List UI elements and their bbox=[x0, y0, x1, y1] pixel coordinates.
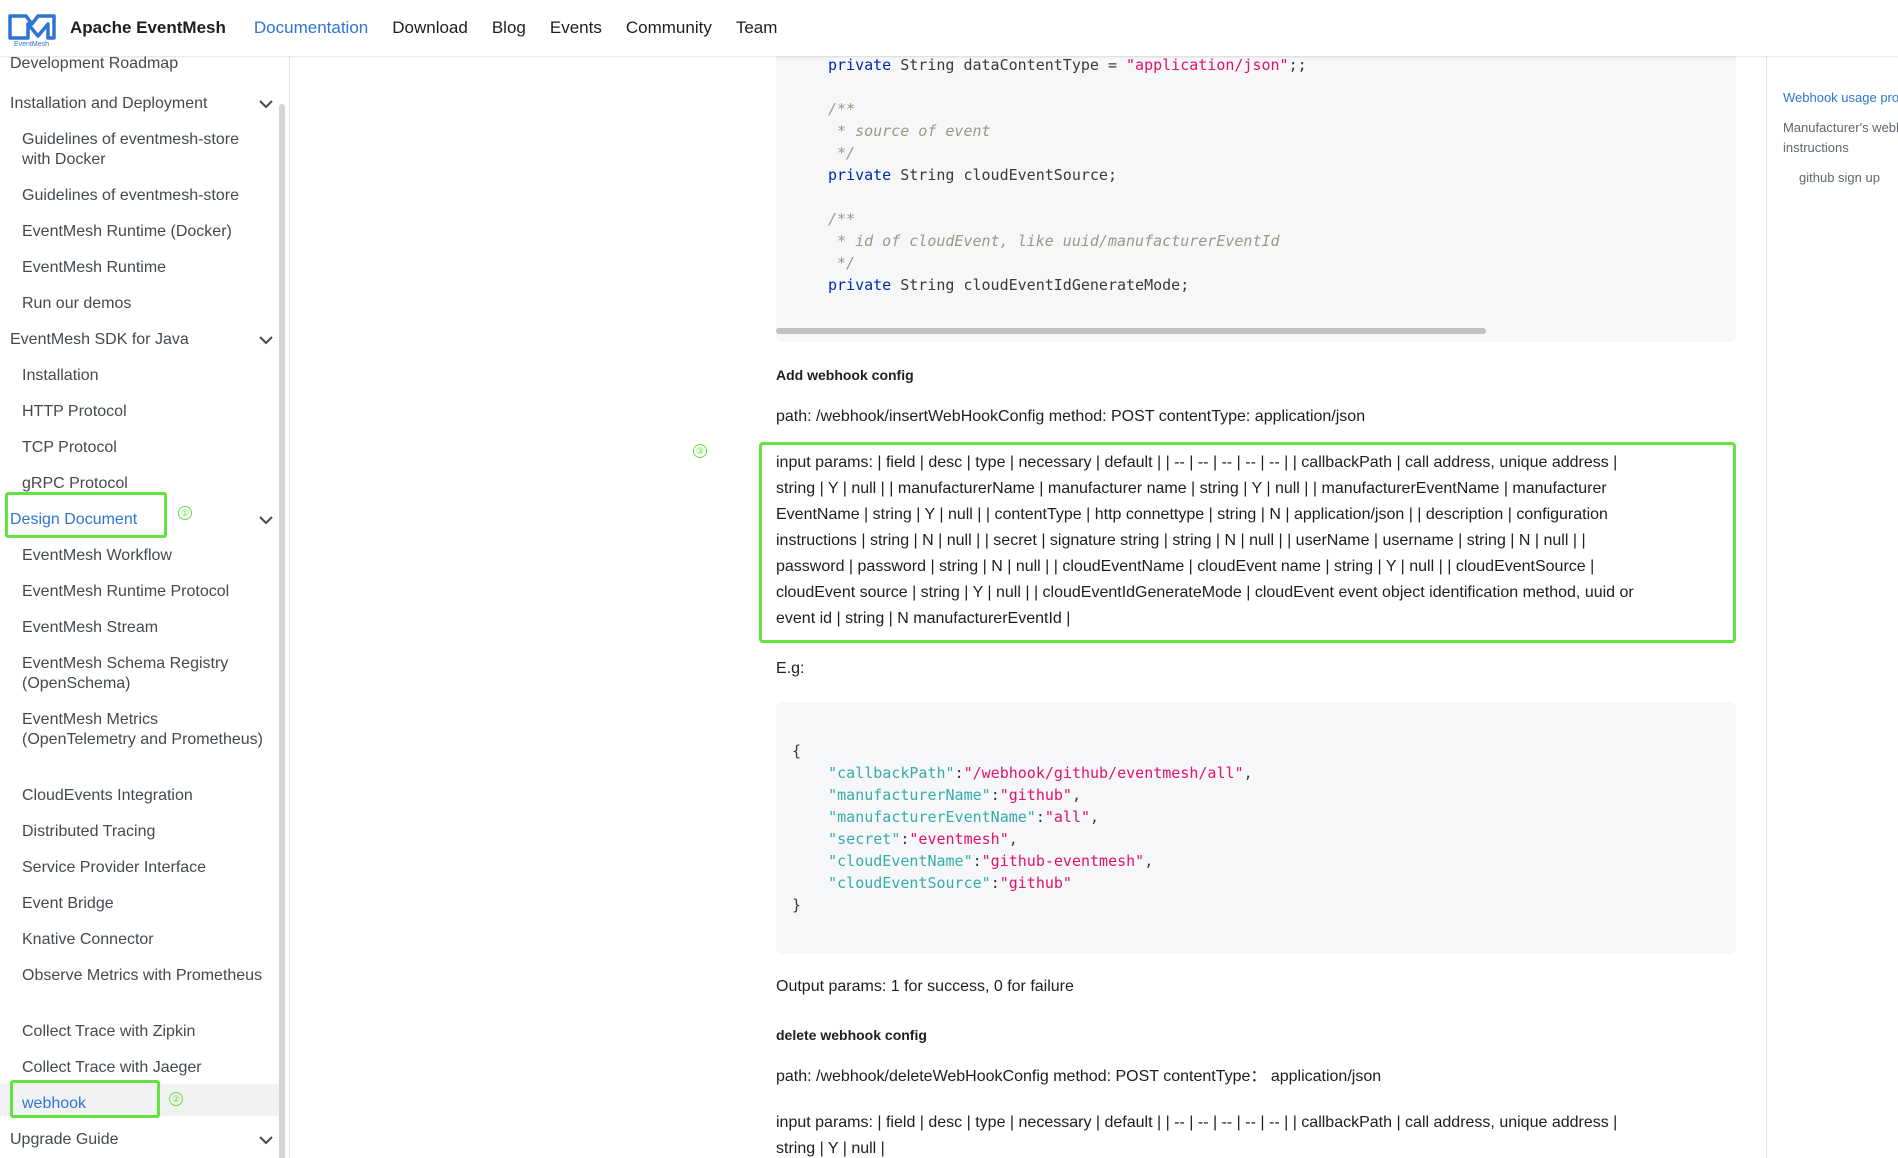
nav-documentation[interactable]: Documentation bbox=[254, 18, 368, 38]
sidebar-item-tcp[interactable]: TCP Protocol bbox=[22, 438, 267, 458]
delete-input-params-text: input params: | field | desc | type | ne… bbox=[776, 1110, 1736, 1158]
params-line: cloudEvent source | string | Y | null | … bbox=[776, 584, 1634, 601]
code-line: private String cloudEventSource; bbox=[828, 166, 1117, 184]
sidebar-category-label: EventMesh SDK for Java bbox=[10, 331, 189, 348]
code-line: "cloudEventName":"github-eventmesh", bbox=[828, 852, 1154, 870]
sidebar-item-development-roadmap[interactable]: Development Roadmap bbox=[10, 56, 289, 74]
code-line: "cloudEventSource":"github" bbox=[828, 874, 1072, 892]
nav-blog[interactable]: Blog bbox=[492, 18, 526, 38]
code-comment: */ bbox=[828, 144, 856, 162]
params-line: input params: | field | desc | type | ne… bbox=[776, 454, 1618, 471]
code-comment: /** bbox=[828, 100, 856, 118]
params-line: password | password | string | N | null … bbox=[776, 558, 1595, 575]
add-path-text: path: /webhook/insertWebHookConfig metho… bbox=[776, 408, 1366, 425]
toc-instructions[interactable]: instructions bbox=[1783, 138, 1849, 158]
sidebar-category-upgrade[interactable]: Upgrade Guide bbox=[10, 1130, 289, 1150]
sidebar-item-workflow[interactable]: EventMesh Workflow bbox=[22, 546, 267, 566]
sidebar-item-store[interactable]: Guidelines of eventmesh-store bbox=[22, 186, 267, 206]
nav-community[interactable]: Community bbox=[626, 18, 712, 38]
sidebar-item-prometheus[interactable]: Observe Metrics with Prometheus bbox=[22, 966, 267, 986]
nav-events[interactable]: Events bbox=[550, 18, 602, 38]
sidebar-category-sdk-java[interactable]: EventMesh SDK for Java bbox=[10, 330, 289, 350]
code-block-json: { "callbackPath":"/webhook/github/eventm… bbox=[776, 702, 1736, 954]
output-params-text: Output params: 1 for success, 0 for fail… bbox=[776, 978, 1074, 995]
chevron-down-icon[interactable] bbox=[258, 1132, 274, 1148]
chevron-down-icon[interactable] bbox=[258, 332, 274, 348]
code-line: "secret":"eventmesh", bbox=[828, 830, 1018, 848]
code-line: "manufacturerEventName":"all", bbox=[828, 808, 1100, 826]
sidebar-item-metrics[interactable]: EventMesh Metrics (OpenTelemetry and Pro… bbox=[22, 710, 267, 750]
heading-add-webhook-config: Add webhook config bbox=[776, 367, 914, 383]
sidebar-item-jaeger[interactable]: Collect Trace with Jaeger bbox=[22, 1058, 267, 1078]
marker-2: ② bbox=[169, 1092, 183, 1106]
toc-webhook-usage[interactable]: Webhook usage process bbox=[1783, 88, 1898, 108]
sidebar-category-label: Installation and Deployment bbox=[10, 95, 208, 112]
sidebar-item-stream[interactable]: EventMesh Stream bbox=[22, 618, 267, 638]
params-line: input params: | field | desc | type | ne… bbox=[776, 1114, 1618, 1131]
sidebar-item-spi[interactable]: Service Provider Interface bbox=[22, 858, 267, 878]
sidebar-item-runtime-protocol[interactable]: EventMesh Runtime Protocol bbox=[22, 582, 267, 602]
params-line: event id | string | N manufacturerEventI… bbox=[776, 610, 1071, 627]
sidebar-item-webhook[interactable]: webhook bbox=[22, 1094, 267, 1114]
params-line: string | Y | null | bbox=[776, 1140, 885, 1157]
code-comment: /** bbox=[828, 210, 856, 228]
table-of-contents: Webhook usage process Manufacturer's web… bbox=[1766, 56, 1898, 1158]
sidebar-category-label: Design Document bbox=[10, 511, 138, 528]
toc-github-sign-up[interactable]: github sign up bbox=[1799, 168, 1880, 188]
sidebar-item-zipkin[interactable]: Collect Trace with Zipkin bbox=[22, 1022, 267, 1042]
nav-links: Documentation Download Blog Events Commu… bbox=[254, 18, 802, 38]
top-navbar: EventMesh Apache EventMesh Documentation… bbox=[0, 0, 1898, 56]
eventmesh-logo-icon: EventMesh bbox=[8, 14, 56, 48]
params-line: EventName | string | Y | null | | conten… bbox=[776, 506, 1608, 523]
logo-text: EventMesh bbox=[14, 41, 49, 48]
sidebar-item-event-bridge[interactable]: Event Bridge bbox=[22, 894, 267, 914]
sidebar-item-cloudevents[interactable]: CloudEvents Integration bbox=[22, 786, 267, 806]
code-horizontal-scrollbar[interactable] bbox=[776, 328, 1486, 334]
code-line: "callbackPath":"/webhook/github/eventmes… bbox=[828, 764, 1253, 782]
chevron-down-icon[interactable] bbox=[258, 96, 274, 112]
sidebar-item-installation[interactable]: Installation bbox=[22, 366, 267, 386]
sidebar: Development Roadmap Installation and Dep… bbox=[0, 56, 290, 1158]
code-line: "manufacturerName":"github", bbox=[828, 786, 1081, 804]
params-line: string | Y | null | | manufacturerName |… bbox=[776, 480, 1607, 497]
sidebar-item-tracing[interactable]: Distributed Tracing bbox=[22, 822, 267, 842]
code-comment: * id of cloudEvent, like uuid/manufactur… bbox=[828, 232, 1280, 250]
code-comment: */ bbox=[828, 254, 856, 272]
code-line: private String cloudEventIdGenerateMode; bbox=[828, 276, 1190, 294]
sidebar-item-runtime-docker[interactable]: EventMesh Runtime (Docker) bbox=[22, 222, 267, 242]
sidebar-scrollbar[interactable] bbox=[279, 104, 285, 1158]
brand-title[interactable]: Apache EventMesh bbox=[70, 18, 226, 38]
delete-path-text: path: /webhook/deleteWebHookConfig metho… bbox=[776, 1068, 1382, 1085]
sidebar-item-grpc[interactable]: gRPC Protocol bbox=[22, 474, 267, 494]
sidebar-item-http[interactable]: HTTP Protocol bbox=[22, 402, 267, 422]
code-block-java: private String dataContentType = "applic… bbox=[776, 40, 1736, 342]
nav-download[interactable]: Download bbox=[392, 18, 468, 38]
sidebar-item-demos[interactable]: Run our demos bbox=[22, 294, 267, 314]
eg-text: E.g: bbox=[776, 660, 805, 677]
code-comment: * source of event bbox=[828, 122, 991, 140]
sidebar-item-schema-registry[interactable]: EventMesh Schema Registry (OpenSchema) bbox=[22, 654, 267, 694]
marker-3: ③ bbox=[693, 444, 707, 458]
code-line: } bbox=[792, 896, 802, 914]
sidebar-category-design-document[interactable]: Design Document bbox=[10, 510, 289, 530]
input-params-text: input params: | field | desc | type | ne… bbox=[776, 450, 1736, 632]
code-line: private String dataContentType = "applic… bbox=[828, 56, 1307, 74]
sidebar-category-label: Upgrade Guide bbox=[10, 1131, 119, 1148]
nav-team[interactable]: Team bbox=[736, 18, 778, 38]
sidebar-item-runtime[interactable]: EventMesh Runtime bbox=[22, 258, 267, 278]
sidebar-item-knative[interactable]: Knative Connector bbox=[22, 930, 267, 950]
sidebar-item-store-docker[interactable]: Guidelines of eventmesh-store with Docke… bbox=[22, 130, 267, 170]
toc-manufacturer-webhook[interactable]: Manufacturer's webhook bbox=[1783, 118, 1898, 138]
heading-delete-webhook-config: delete webhook config bbox=[776, 1027, 927, 1043]
brand[interactable]: EventMesh Apache EventMesh bbox=[6, 8, 226, 48]
code-line: { bbox=[792, 742, 802, 760]
params-line: instructions | string | N | null | | sec… bbox=[776, 532, 1586, 549]
marker-1: ① bbox=[178, 506, 192, 520]
chevron-down-icon[interactable] bbox=[258, 512, 274, 528]
sidebar-category-installation[interactable]: Installation and Deployment bbox=[10, 94, 289, 114]
